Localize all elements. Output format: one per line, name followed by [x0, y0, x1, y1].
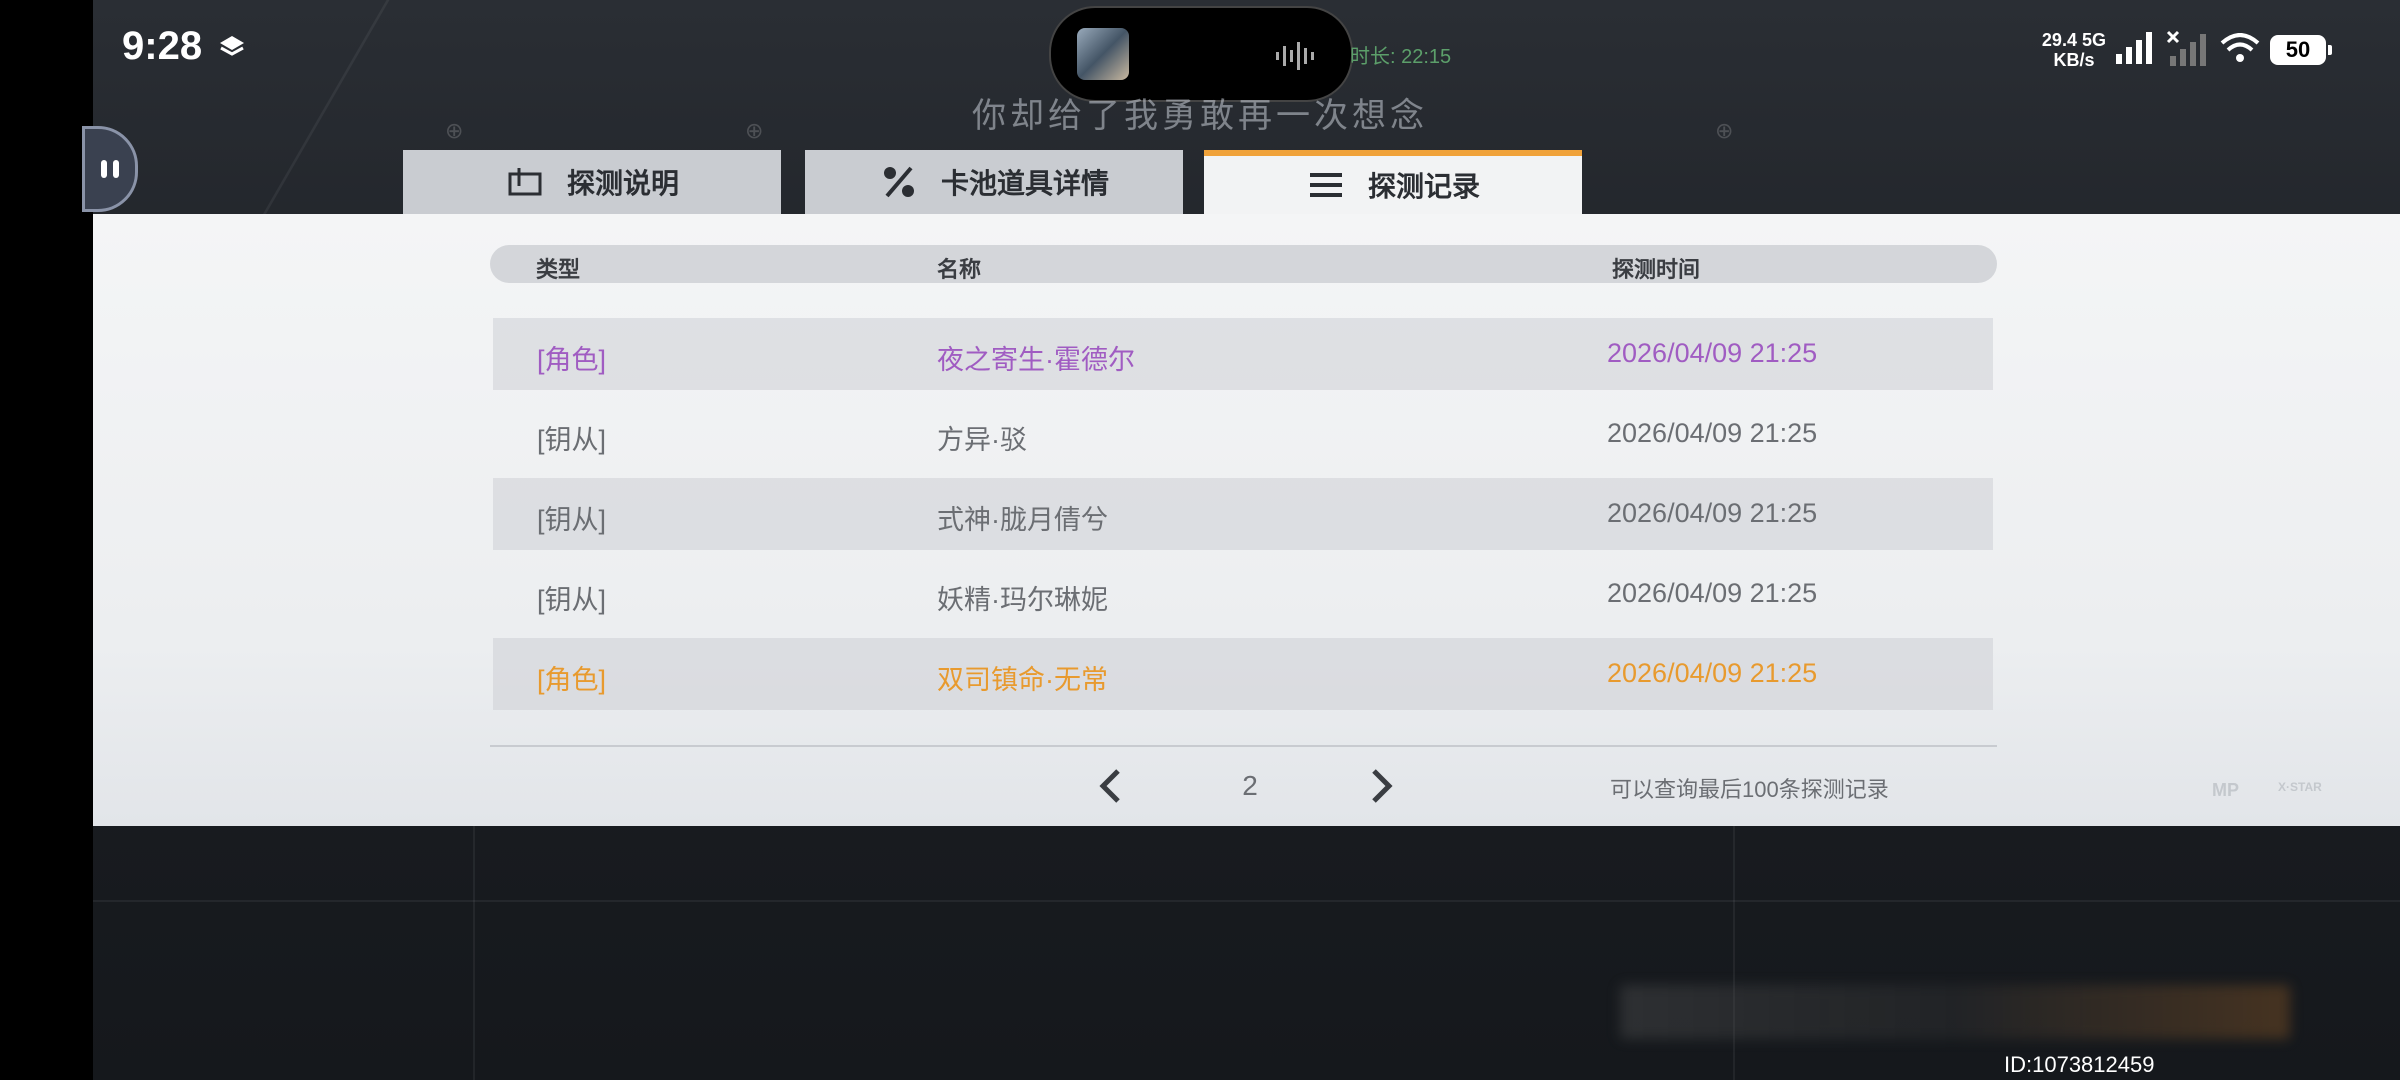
table-header: 类型 名称 探测时间: [490, 245, 1997, 283]
user-id: ID:1073812459: [2004, 1052, 2155, 1077]
signal-no-service-icon: [2166, 30, 2210, 71]
row-time: 2026/04/09 21:25: [1607, 578, 1818, 608]
lyric-subtitle: 你却给了我勇敢再一次想念: [972, 97, 1428, 135]
chevron-right-icon: [1372, 769, 1393, 803]
tab-label: 探测记录: [1367, 171, 1480, 202]
row-time: 2026/04/09 21:25: [1607, 498, 1818, 528]
row-name: 双司镇命·无常: [937, 665, 1108, 695]
battery-icon: 50: [2270, 35, 2332, 65]
header-name: 名称: [937, 257, 982, 282]
next-page-button[interactable]: [1362, 766, 1402, 806]
row-type: [角色]: [537, 665, 607, 695]
row-type: [钥从]: [537, 585, 607, 615]
table-divider: [490, 745, 1997, 747]
signal-icon: [2116, 31, 2156, 69]
studio-logo: MP: [2212, 780, 2239, 800]
table-row: [钥从] 式神·胧月倩兮 2026/04/09 21:25: [493, 478, 1993, 550]
row-type: [钥从]: [537, 505, 607, 535]
status-indicators: 29.4 5G KB/s 50: [2041, 22, 2332, 78]
header-type: 类型: [536, 257, 581, 282]
table-row: [角色] 双司镇命·无常 2026/04/09 21:25: [493, 638, 1993, 710]
previous-page-button[interactable]: [1090, 766, 1130, 806]
records-limit-note: 可以查询最后100条探测记录: [1610, 777, 1889, 802]
layers-icon: [218, 34, 246, 65]
app-thumbnail: [1077, 28, 1129, 80]
row-time: 2026/04/09 21:25: [1607, 658, 1818, 688]
row-type: [角色]: [537, 345, 607, 375]
percent-icon: [879, 162, 919, 202]
publisher-logo: X·STAR: [2278, 780, 2322, 794]
row-type: [钥从]: [537, 425, 607, 455]
header-time: 探测时间: [1612, 257, 1701, 282]
table-row: [钥从] 方异·驳 2026/04/09 21:25: [493, 398, 1993, 470]
wifi-icon: [2220, 32, 2260, 68]
network-speed: 29.4 5G KB/s: [2041, 30, 2106, 70]
row-time: 2026/04/09 21:25: [1607, 338, 1818, 368]
row-name: 夜之寄生·霍德尔: [937, 345, 1135, 375]
status-time: 9:28: [122, 24, 203, 68]
row-time: 2026/04/09 21:25: [1607, 418, 1818, 448]
row-name: 方异·驳: [937, 425, 1027, 455]
list-icon: [1306, 165, 1346, 205]
record-duration: 时长: 22:15: [1350, 46, 1452, 68]
bottom-button-area: [1620, 985, 2290, 1039]
row-name: 式神·胧月倩兮: [937, 505, 1108, 535]
info-board-icon: [505, 162, 545, 202]
table-row: [钥从] 妖精·玛尔琳妮 2026/04/09 21:25: [493, 558, 1993, 630]
audio-wave-icon: [1275, 42, 1321, 75]
page-number: 2: [1242, 770, 1258, 801]
tab-label: 卡池道具详情: [940, 168, 1109, 199]
chevron-left-icon: [1099, 769, 1120, 803]
tab-detection-info[interactable]: 探测说明: [403, 150, 781, 214]
table-row: [角色] 夜之寄生·霍德尔 2026/04/09 21:25: [493, 318, 1993, 390]
row-name: 妖精·玛尔琳妮: [937, 585, 1108, 615]
tab-detection-records[interactable]: 探测记录: [1204, 150, 1582, 214]
tab-pool-item-details[interactable]: 卡池道具详情: [805, 150, 1183, 214]
tab-label: 探测说明: [566, 168, 679, 199]
